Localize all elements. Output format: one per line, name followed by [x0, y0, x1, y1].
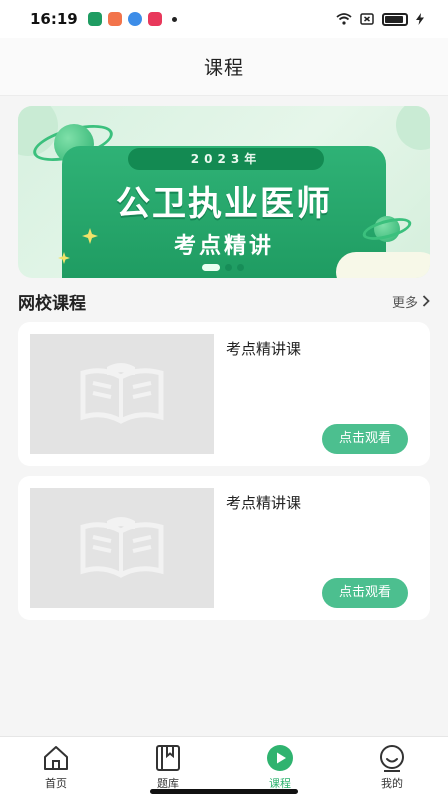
- banner-subtitle: 考点精讲: [173, 234, 274, 259]
- tab-label: 首页: [45, 777, 67, 790]
- charging-icon: [416, 13, 424, 25]
- chevron-right-icon: [422, 295, 430, 307]
- course-title: 考点精讲课: [226, 340, 302, 358]
- page-title: 课程: [203, 57, 244, 79]
- smile-user-icon: [380, 745, 404, 772]
- decor-cloud: [396, 106, 430, 150]
- banner-title: 公卫执业医师: [116, 184, 332, 224]
- more-label: 更多: [391, 295, 418, 311]
- pagination-dot[interactable]: [225, 264, 232, 271]
- section-title: 网校课程: [18, 293, 86, 314]
- page-header: 课程: [0, 38, 448, 96]
- tab-label: 我的: [381, 777, 403, 790]
- course-card[interactable]: 考点精讲课 点击观看: [18, 476, 430, 620]
- status-time: 16:19: [30, 10, 78, 28]
- star-icon: [58, 252, 70, 264]
- wifi-icon: [336, 13, 352, 25]
- pagination-dot-active[interactable]: [202, 264, 220, 271]
- course-thumbnail[interactable]: [30, 334, 214, 454]
- banner-year: 2023年: [128, 148, 324, 170]
- watch-button[interactable]: 点击观看: [322, 424, 408, 454]
- book-placeholder-icon: [80, 363, 164, 424]
- star-icon: [82, 228, 98, 244]
- tab-profile[interactable]: 我的: [336, 737, 448, 798]
- status-bar: 16:19: [0, 0, 448, 38]
- promo-banner[interactable]: 2023年 公卫执业医师 考点精讲: [18, 106, 430, 278]
- home-icon: [44, 746, 68, 770]
- tab-home[interactable]: 首页: [0, 737, 112, 798]
- watch-button[interactable]: 点击观看: [322, 578, 408, 608]
- battery-icon: [382, 12, 408, 26]
- course-thumbnail[interactable]: [30, 488, 214, 608]
- pagination-dot[interactable]: [237, 264, 244, 271]
- bookmark-book-icon: [156, 745, 180, 771]
- app-notification-icon: [87, 12, 102, 26]
- sim-icon: [360, 13, 374, 25]
- decor-cloud: [336, 252, 430, 278]
- music-app-icon: [107, 12, 122, 26]
- video-app-icon: [147, 12, 162, 26]
- banner-pagination[interactable]: [202, 264, 244, 271]
- book-placeholder-icon: [80, 517, 164, 578]
- more-notifications-icon: [171, 16, 177, 22]
- more-link[interactable]: 更多: [392, 292, 430, 311]
- course-card[interactable]: 考点精讲课 点击观看: [18, 322, 430, 466]
- home-indicator[interactable]: [150, 789, 298, 794]
- status-right: [336, 12, 424, 26]
- browser-app-icon: [127, 12, 142, 26]
- course-title: 考点精讲课: [226, 494, 302, 512]
- play-circle-icon: [267, 745, 293, 771]
- course-section-header: 网校课程 更多: [18, 288, 430, 314]
